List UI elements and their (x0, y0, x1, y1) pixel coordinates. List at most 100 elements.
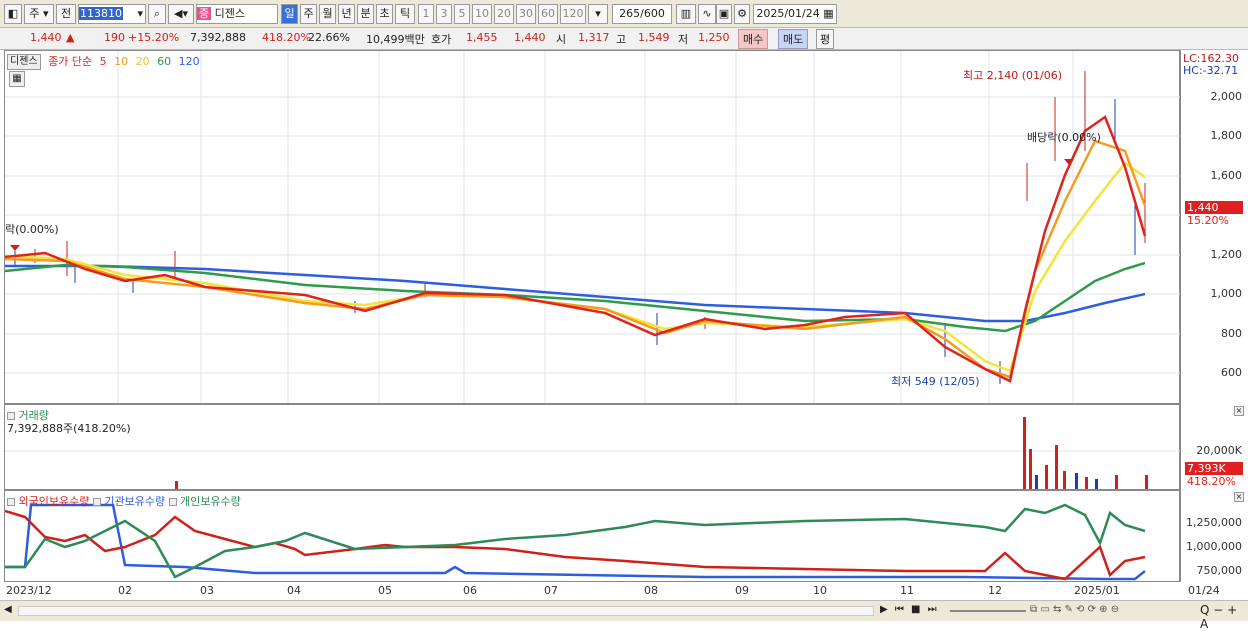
period-tick[interactable]: 틱 (395, 4, 415, 24)
x-label-07: 07 (544, 584, 558, 597)
x-label-12: 12 (988, 584, 1002, 597)
ma-60-label: 60 (157, 55, 172, 68)
low-value: 1,250 (698, 31, 730, 44)
volume-pane[interactable]: 거래량 7,392,888주(418.20%) (4, 404, 1181, 490)
sell-button[interactable]: 매도 (778, 29, 809, 49)
high-label: 고 (616, 33, 627, 46)
ma-label: 종가 단순 (48, 55, 93, 68)
scroll-left-icon[interactable]: ◀ (4, 604, 16, 618)
count-field[interactable]: 265/600 (612, 4, 672, 24)
prev-button[interactable]: 전 (56, 4, 76, 24)
candles (14, 71, 1146, 384)
stock-name-field[interactable]: 증 디젠스 (196, 4, 278, 24)
period-week[interactable]: 주 (300, 4, 317, 24)
tool-icons[interactable]: ⧉ ▭ ⇆ ✎ ⟲ ⟳ ⊕ ⊖ (1030, 604, 1119, 615)
holdings-legend: 외국인보유수량 기관보유수량 개인보유수량 (7, 493, 241, 509)
interval-dropdown[interactable]: ▾ (588, 4, 608, 24)
period-day[interactable]: 일 (281, 4, 298, 24)
volume-bars (175, 417, 1148, 489)
speaker-icon[interactable]: ◀▾ (168, 4, 194, 24)
buy-button[interactable]: 매수 (738, 29, 769, 49)
institution-legend: 기관보유수량 (104, 495, 166, 508)
stock-name: 디젠스 (214, 7, 245, 20)
trade-amount: 10,499백만 (366, 33, 425, 46)
price-legend: 디젠스 종가 단순 5 10 20 60 120 (7, 53, 204, 70)
x-label-02: 02 (118, 584, 132, 597)
stock-name-chip[interactable]: 디젠스 (7, 54, 41, 70)
period-year[interactable]: 년 (338, 4, 355, 24)
candle-icon[interactable]: ▥ (676, 4, 696, 24)
y-tick-1600: 1,600 (1210, 169, 1243, 182)
low-label: 저 (678, 33, 689, 46)
price-axis: LC:162.30 HC:-32.71 2,000 1,800 1,600 1,… (1180, 50, 1248, 404)
volume-toggle[interactable] (7, 412, 15, 420)
y-tick-2000: 2,000 (1210, 90, 1243, 103)
gear-icon[interactable]: ⚙ (734, 4, 750, 24)
current-price: 1,440 (30, 31, 62, 44)
search-icon[interactable]: ⌕ (148, 4, 166, 24)
low-note: 최저 549 (12/05) (891, 375, 980, 388)
individual-legend: 개인보유수량 (180, 495, 241, 508)
y-tick-1000: 1,000 (1210, 287, 1243, 300)
x-label-09: 09 (735, 584, 749, 597)
holdings-close-icon[interactable]: × (1234, 492, 1244, 502)
zoom-icons[interactable]: Q − + A (1200, 603, 1248, 631)
hoga-label: 호가 (431, 33, 452, 46)
count-total: /600 (640, 7, 665, 20)
interval-120[interactable]: 120 (560, 4, 586, 24)
interval-30[interactable]: 30 (516, 4, 536, 24)
x-label-03: 03 (200, 584, 214, 597)
holdings-toggle[interactable] (7, 498, 15, 506)
ma5-line (5, 115, 1147, 383)
bottom-bar: ◀ ▶ ⏮ ■ ⏭ ⧉ ▭ ⇆ ✎ ⟲ ⟳ ⊕ ⊖ Q − + A (0, 600, 1248, 631)
ma-10-label: 10 (114, 55, 129, 68)
y-tick-600: 600 (1221, 366, 1242, 379)
open-value: 1,317 (578, 31, 610, 44)
high-value: 1,549 (638, 31, 670, 44)
save-icon[interactable]: ▣ (716, 4, 732, 24)
date-field[interactable]: 2025/01/24 ▦ (753, 4, 837, 24)
interval-1[interactable]: 1 (418, 4, 434, 24)
line-chart-icon[interactable]: ∿ (698, 4, 716, 24)
eval-button[interactable]: 평 (816, 29, 835, 49)
interval-5[interactable]: 5 (454, 4, 470, 24)
volume-value: 7,392,888 (190, 31, 246, 44)
volume-close-icon[interactable]: × (1234, 406, 1244, 416)
price-change-pct: +15.20% (128, 31, 180, 44)
interval-60[interactable]: 60 (538, 4, 558, 24)
hoga-ask: 1,455 (466, 31, 498, 44)
grid-toggle-icon[interactable]: ▦ (9, 71, 25, 87)
individual-toggle[interactable] (168, 498, 177, 506)
holdings-y-1250000: 1,250,000 (1186, 516, 1242, 529)
holdings-y-1000000: 1,000,000 (1186, 540, 1242, 553)
interval-10[interactable]: 10 (472, 4, 492, 24)
volume-chart (5, 417, 1181, 489)
period-month[interactable]: 월 (319, 4, 336, 24)
x-label-05: 05 (378, 584, 392, 597)
interval-20[interactable]: 20 (494, 4, 514, 24)
horizontal-scrollbar[interactable] (18, 606, 874, 616)
holdings-pane[interactable]: 외국인보유수량 기관보유수량 개인보유수량 (4, 490, 1180, 582)
x-label-08: 08 (644, 584, 658, 597)
toolbar: ◧ 주 ▾ 전 113810 ▾ ⌕ ◀▾ 증 디젠스 일 주 월 년 분 초 틱… (0, 0, 1248, 28)
period-minute[interactable]: 분 (357, 4, 374, 24)
mode-select[interactable]: 주 ▾ (24, 4, 54, 24)
zoom-slider[interactable] (950, 610, 1026, 612)
open-label: 시 (556, 33, 567, 46)
current-pct-tag: 15.20% (1187, 214, 1229, 227)
hc-label: HC:-32.71 (1183, 64, 1239, 77)
period-second[interactable]: 초 (376, 4, 393, 24)
y-tick-800: 800 (1221, 327, 1242, 340)
layout-icon[interactable]: ◧ (4, 4, 22, 24)
stock-badge: 증 (197, 7, 212, 20)
ma-5-label: 5 (99, 55, 107, 68)
turnover-pct: 22.66% (308, 31, 350, 44)
date-value: 2025/01/24 (756, 7, 820, 20)
institution-toggle[interactable] (92, 498, 101, 506)
price-pane[interactable]: 디젠스 종가 단순 5 10 20 60 120 ▦ 락(0.00%) 최고 2… (4, 50, 1181, 404)
ma-20-label: 20 (135, 55, 150, 68)
interval-3[interactable]: 3 (436, 4, 452, 24)
playback-controls[interactable]: ▶ ⏮ ■ ⏭ (880, 604, 939, 615)
left-note: 락(0.00%) (5, 223, 59, 236)
code-input[interactable]: 113810 ▾ (78, 4, 146, 24)
